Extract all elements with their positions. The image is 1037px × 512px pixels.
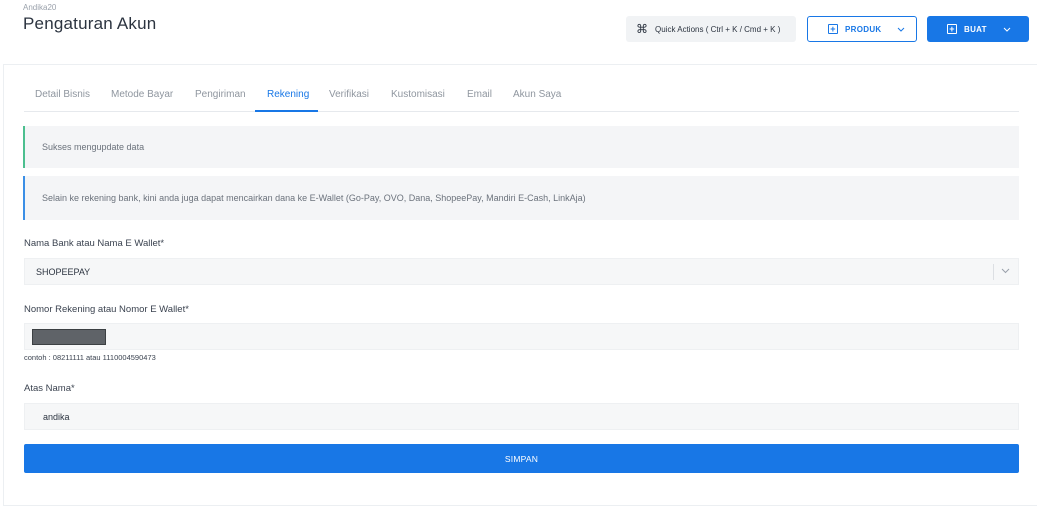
produk-label: PRODUK <box>845 24 882 34</box>
top-header: Andika20 Pengaturan Akun ⌘ Quick Actions… <box>0 0 1037 62</box>
chevron-down-icon <box>897 27 905 32</box>
produk-dropdown-button[interactable]: + PRODUK <box>807 16 917 42</box>
account-username: Andika20 <box>23 3 57 12</box>
nama-input-value: andika <box>43 411 70 422</box>
buat-label: BUAT <box>964 24 987 34</box>
settings-panel: Detail Bisnis Metode Bayar Pengiriman Re… <box>3 64 1037 506</box>
tab-metode-bayar[interactable]: Metode Bayar <box>111 89 173 100</box>
quick-actions-button[interactable]: ⌘ Quick Actions ( Ctrl + K / Cmd + K ) <box>626 16 796 42</box>
bank-select[interactable]: SHOPEEPAY <box>24 258 1019 285</box>
rekening-input[interactable] <box>24 323 1019 350</box>
settings-tabs: Detail Bisnis Metode Bayar Pengiriman Re… <box>24 81 1019 112</box>
plus-square-icon: + <box>947 24 957 34</box>
bank-field-label: Nama Bank atau Nama E Wallet* <box>24 238 165 249</box>
tab-pengiriman[interactable]: Pengiriman <box>195 89 246 100</box>
nama-input[interactable]: andika <box>24 403 1019 430</box>
bank-select-value: SHOPEEPAY <box>36 266 91 277</box>
chevron-down-icon <box>1001 266 1010 276</box>
chevron-down-icon <box>1003 27 1011 32</box>
tab-kustomisasi[interactable]: Kustomisasi <box>391 89 445 100</box>
tab-email[interactable]: Email <box>467 89 492 100</box>
tab-detail-bisnis[interactable]: Detail Bisnis <box>35 89 90 100</box>
info-alert: Selain ke rekening bank, kini anda juga … <box>23 176 1019 220</box>
nama-field-label: Atas Nama* <box>24 383 75 394</box>
tab-akun-saya[interactable]: Akun Saya <box>513 89 561 100</box>
tab-verifikasi[interactable]: Verifikasi <box>329 89 369 100</box>
success-alert: Sukses mengupdate data <box>23 126 1019 168</box>
quick-actions-label: Quick Actions ( Ctrl + K / Cmd + K ) <box>655 24 781 34</box>
plus-square-icon: + <box>828 24 838 34</box>
active-tab-indicator <box>255 110 318 112</box>
page-title: Pengaturan Akun <box>23 14 157 33</box>
buat-dropdown-button[interactable]: + BUAT <box>927 16 1029 42</box>
tab-rekening[interactable]: Rekening <box>267 89 309 100</box>
select-separator <box>993 264 994 280</box>
save-button[interactable]: SIMPAN <box>24 444 1019 473</box>
command-icon: ⌘ <box>636 22 648 36</box>
rekening-hint: contoh : 08211111 atau 1110004590473 <box>24 353 156 362</box>
redacted-value <box>32 329 106 345</box>
rekening-field-label: Nomor Rekening atau Nomor E Wallet* <box>24 304 189 315</box>
